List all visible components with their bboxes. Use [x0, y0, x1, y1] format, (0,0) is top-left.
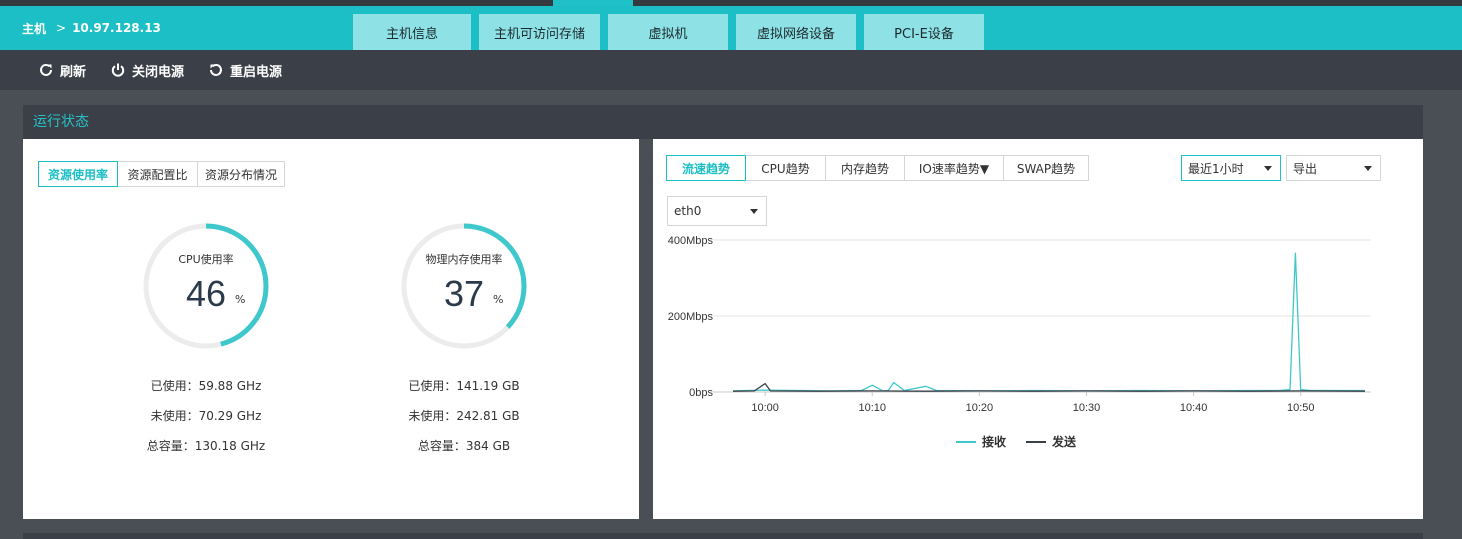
bottom-strip — [23, 533, 1423, 539]
legend-receive-label: 接收 — [982, 435, 1007, 449]
refresh-label: 刷新 — [60, 64, 87, 80]
breadcrumb-root[interactable]: 主机 — [22, 20, 46, 37]
traffic-chart: 0bps 200Mbps 400Mbps 10:00 10:10 10:20 10:30 10… — [668, 235, 1371, 414]
chevron-down-icon — [1364, 166, 1372, 171]
memory-gauge-unit: % — [493, 293, 504, 306]
cpu-total: 总容量：130.18 GHz — [146, 439, 266, 453]
y-tick-label: 0bps — [689, 387, 713, 399]
interface-select[interactable]: eth0 — [667, 196, 767, 226]
cpu-usage-gauge: CPU使用率 46 % — [141, 221, 271, 351]
time-range-select[interactable]: 最近1小时 — [1181, 155, 1281, 181]
tab-memory-trend[interactable]: 内存趋势 — [825, 155, 905, 181]
restart-icon — [210, 63, 222, 76]
interface-value: eth0 — [674, 204, 702, 218]
breadcrumb-host: 10.97.128.13 — [72, 21, 161, 35]
x-tick-label: 10:10 — [858, 402, 886, 414]
series-line-receive — [732, 252, 1365, 392]
resource-tabs: 资源使用率 资源配置比 资源分布情况 — [38, 161, 285, 187]
cpu-used: 已使用：59.88 GHz — [150, 379, 262, 393]
tab-vms[interactable]: 虚拟机 — [608, 14, 728, 50]
tab-resource-usage[interactable]: 资源使用率 — [38, 161, 118, 187]
legend-receive[interactable]: 接收 — [956, 433, 1006, 450]
tab-host-storage[interactable]: 主机可访问存储 — [479, 14, 600, 50]
main-tabs: 主机信息 主机可访问存储 虚拟机 虚拟网络设备 PCI-E设备 — [353, 14, 992, 50]
legend-receive-swatch — [956, 440, 976, 443]
toolbar: 刷新 关闭电源 重启电源 — [0, 50, 1462, 90]
power-off-button[interactable]: 关闭电源 — [110, 61, 184, 80]
x-tick-label: 10:30 — [1073, 402, 1101, 414]
cpu-gauge-unit: % — [235, 293, 246, 306]
trend-tabs: 流速趋势 CPU趋势 内存趋势 IO速率趋势▼ SWAP趋势 — [666, 155, 1089, 181]
cpu-gauge-value: 46 — [185, 273, 227, 314]
power-icon — [111, 63, 125, 77]
header-bar: 主机 > 10.97.128.13 主机信息 主机可访问存储 虚拟机 虚拟网络设… — [0, 6, 1462, 50]
status-section-header: 运行状态 — [23, 105, 1423, 139]
tab-cpu-trend[interactable]: CPU趋势 — [745, 155, 826, 181]
section-title: 运行状态 — [33, 114, 89, 130]
tab-resource-ratio[interactable]: 资源配置比 — [117, 161, 198, 187]
refresh-button[interactable]: 刷新 — [38, 61, 86, 80]
cpu-gauge-label: CPU使用率 — [178, 253, 234, 266]
y-tick-label: 400Mbps — [668, 235, 714, 247]
resource-usage-panel: 资源使用率 资源配置比 资源分布情况 CPU使用率 46 % 已使用：59.88… — [23, 139, 639, 519]
tab-traffic-trend[interactable]: 流速趋势 — [666, 155, 746, 181]
tab-virtual-network[interactable]: 虚拟网络设备 — [736, 14, 856, 50]
x-tick-label: 10:40 — [1180, 402, 1208, 414]
legend-send-label: 发送 — [1052, 435, 1077, 449]
breadcrumb-separator: > — [56, 21, 67, 35]
refresh-icon — [40, 63, 52, 76]
tab-resource-distribution[interactable]: 资源分布情况 — [197, 161, 285, 187]
memory-used: 已使用：141.19 GB — [408, 379, 520, 393]
memory-free: 未使用：242.81 GB — [408, 409, 520, 423]
chevron-down-icon — [750, 209, 758, 214]
memory-usage-gauge: 物理内存使用率 37 % — [399, 221, 529, 351]
export-select[interactable]: 导出 — [1286, 155, 1381, 181]
breadcrumb: 主机 > 10.97.128.13 — [22, 6, 161, 50]
legend-send-swatch — [1026, 440, 1046, 443]
restart-button[interactable]: 重启电源 — [208, 61, 282, 80]
tab-swap-trend[interactable]: SWAP趋势 — [1003, 155, 1089, 181]
x-tick-label: 10:50 — [1287, 402, 1315, 414]
power-off-label: 关闭电源 — [132, 64, 185, 80]
legend-send[interactable]: 发送 — [1026, 433, 1076, 450]
x-tick-label: 10:20 — [966, 402, 994, 414]
y-tick-label: 200Mbps — [668, 311, 714, 323]
time-range-value: 最近1小时 — [1188, 161, 1244, 176]
export-label: 导出 — [1293, 161, 1318, 176]
chevron-down-icon — [1264, 166, 1272, 171]
restart-label: 重启电源 — [230, 64, 283, 80]
memory-total: 总容量：384 GB — [417, 439, 511, 453]
tab-io-trend[interactable]: IO速率趋势▼ — [904, 155, 1004, 181]
memory-gauge-label: 物理内存使用率 — [425, 253, 503, 266]
tab-pcie-devices[interactable]: PCI-E设备 — [864, 14, 984, 50]
memory-gauge-value: 37 — [443, 273, 485, 314]
trend-panel: 流速趋势 CPU趋势 内存趋势 IO速率趋势▼ SWAP趋势 最近1小时 导出 … — [653, 139, 1423, 519]
tab-host-info[interactable]: 主机信息 — [353, 14, 471, 50]
x-tick-label: 10:00 — [751, 402, 779, 414]
cpu-free: 未使用：70.29 GHz — [150, 409, 262, 423]
